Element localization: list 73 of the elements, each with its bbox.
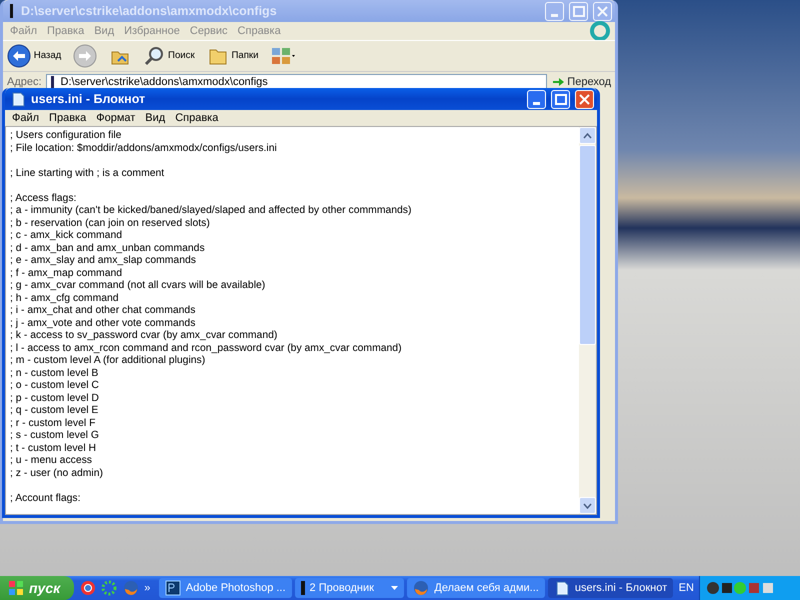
menu-item[interactable]: Файл xyxy=(7,110,44,126)
close-icon xyxy=(597,6,608,16)
text-line: ; f - amx_map command xyxy=(10,268,124,280)
minimize-icon xyxy=(551,14,558,16)
ps-icon xyxy=(164,580,181,596)
menu-item[interactable]: Справка xyxy=(170,110,224,126)
text-line: ; c - amx_kick command xyxy=(10,230,124,242)
text-line: ; l - access to amx_rcon command and rcon_password cvar (by amx_cvar command) xyxy=(10,342,403,355)
back-button[interactable]: Назад xyxy=(7,44,62,68)
text-line: ; i - amx_chat and other chat commands xyxy=(10,305,196,318)
go-button[interactable]: Переход xyxy=(550,74,611,90)
text-line: ; n - custom level B xyxy=(10,368,100,380)
more-chevron[interactable]: » xyxy=(144,580,150,596)
taskbar-button[interactable]: Делаем себя адми... xyxy=(407,578,545,598)
close-button[interactable] xyxy=(575,90,594,108)
text-line: ; z - user (no admin) xyxy=(10,468,104,480)
maximize-button[interactable] xyxy=(551,90,570,108)
text-line: ; File location: $moddir/addons/amxmodx/configs/users.ini xyxy=(10,142,278,155)
fox-globe-icon xyxy=(413,580,430,596)
scroll-up-button[interactable] xyxy=(579,127,596,144)
language-indicator[interactable]: EN xyxy=(673,580,700,596)
text-line: ; d - amx_ban and amx_unban commands xyxy=(10,242,206,255)
forward-button[interactable] xyxy=(73,44,98,68)
taskbar-button[interactable]: 2 Проводник xyxy=(294,578,404,598)
start-button[interactable]: пуск xyxy=(0,576,74,600)
notepad-icon xyxy=(10,91,26,107)
ring-logo-icon xyxy=(587,20,613,42)
text-line: ; a - immunity (can't be kicked/baned/slayed/slaped and affected by other commmands) xyxy=(10,205,412,218)
down-chevron-icon xyxy=(583,502,592,508)
text-line: ; p - custom level D xyxy=(10,392,100,405)
fox-globe-icon[interactable] xyxy=(122,580,139,596)
window-title: D:\server\cstrike\addons\amxmodx\configs xyxy=(21,2,277,20)
windows-logo-icon xyxy=(8,580,24,596)
text-line: ; m - custom level A (for additional plugins) xyxy=(10,355,206,368)
text-line: ; t - custom level H xyxy=(10,442,98,455)
taskbar-button[interactable]: Adobe Photoshop ... xyxy=(158,578,292,598)
minimize-button[interactable] xyxy=(527,90,546,108)
menu-item[interactable]: Вид xyxy=(140,110,170,126)
up-chevron-icon xyxy=(583,132,592,138)
text-line: ; u - menu access xyxy=(10,455,94,468)
scroll-down-button[interactable] xyxy=(579,497,596,514)
menu-item[interactable]: Формат xyxy=(91,110,140,126)
folders-button[interactable]: Папки xyxy=(206,45,258,67)
text-line: ; e - amx_slay and amx_slap commands xyxy=(10,255,197,268)
arrow-icon xyxy=(550,75,565,89)
text-line: ; Access flags: xyxy=(10,192,78,205)
text-line: ; Users configuration file xyxy=(10,130,122,142)
text-line: ; b - reservation (can join on reserved slots) xyxy=(10,218,211,230)
text-line: ; Account flags: xyxy=(10,492,82,505)
address-label: Адрес: xyxy=(7,74,42,90)
search-icon xyxy=(143,45,166,67)
flower-icon[interactable] xyxy=(101,580,118,596)
text-line: ; g - amx_cvar command (not all cvars will be available) xyxy=(10,280,266,292)
text-line: ; Line starting with ; is a comment xyxy=(10,168,166,180)
search-button[interactable]: Поиск xyxy=(143,45,195,67)
menu-item[interactable]: Правка xyxy=(44,110,92,126)
taskbar-button[interactable]: users.ini - Блокнот xyxy=(548,578,674,598)
globe-icon[interactable] xyxy=(80,580,96,596)
maximize-icon xyxy=(572,6,584,16)
text-line: ; r - custom level F xyxy=(10,418,96,430)
close-icon xyxy=(579,94,590,104)
text-line: ; h - amx_cfg command xyxy=(10,292,120,305)
notepad-icon xyxy=(554,580,570,596)
text-line: ; s - custom level G xyxy=(10,430,100,442)
window-title: users.ini - Блокнот xyxy=(31,90,146,108)
text-line: ; q - custom level E xyxy=(10,405,100,418)
text-line: ; k - access to sv_password cvar (by amx_cvar command) xyxy=(10,330,278,342)
explorer-window-icon xyxy=(300,580,305,596)
minimize-icon xyxy=(533,102,540,104)
scrollbar-thumb[interactable] xyxy=(579,145,596,345)
maximize-icon xyxy=(554,94,566,104)
text-line: ; o - custom level C xyxy=(10,380,100,392)
text-line: ; j - amx_vote and other vote commands xyxy=(10,318,196,330)
